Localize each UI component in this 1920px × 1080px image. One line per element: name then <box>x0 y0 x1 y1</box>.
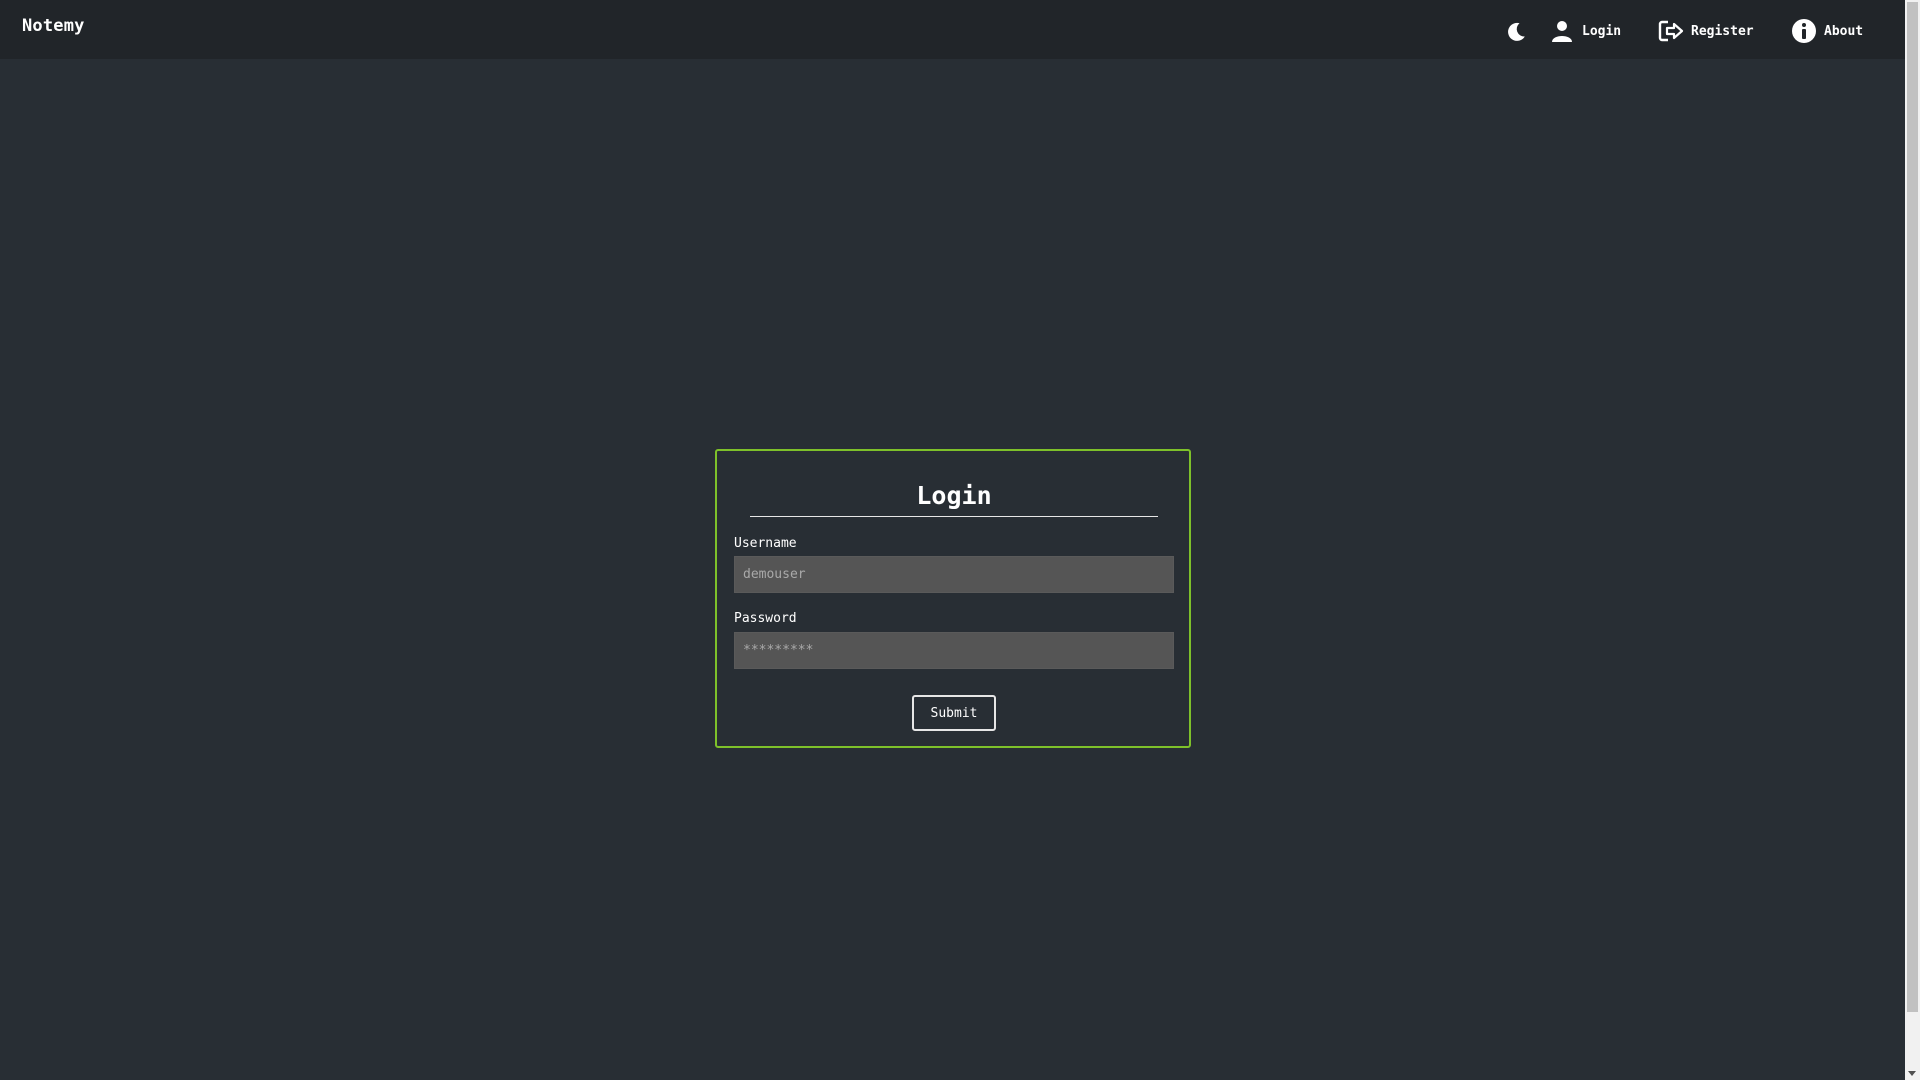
username-label: Username <box>734 536 797 551</box>
password-input[interactable] <box>734 632 1174 669</box>
nav-register-label: Register <box>1691 23 1754 39</box>
nav-register-link[interactable]: Register <box>1658 17 1754 45</box>
nav-login-link[interactable]: Login <box>1549 17 1621 45</box>
navbar: Notemy Login Register About <box>0 0 1905 59</box>
nav-about-link[interactable]: About <box>1791 17 1863 45</box>
username-input[interactable] <box>734 556 1174 593</box>
login-card: Login Username Password Submit <box>715 449 1191 748</box>
brand-logo[interactable]: Notemy <box>22 16 85 36</box>
nav-about-label: About <box>1824 23 1864 39</box>
nav-login-label: Login <box>1582 23 1622 39</box>
sign-in-icon <box>1658 18 1684 44</box>
vertical-scrollbar[interactable] <box>1905 0 1920 1080</box>
page: Notemy Login Register About Login Userna… <box>0 0 1905 1080</box>
scroll-down-arrow-icon[interactable] <box>1908 1071 1916 1076</box>
submit-button[interactable]: Submit <box>912 695 996 731</box>
password-label: Password <box>734 611 797 626</box>
user-icon <box>1549 18 1575 44</box>
scrollbar-thumb[interactable] <box>1907 2 1918 1012</box>
moon-icon[interactable] <box>1504 20 1528 44</box>
login-title: Login <box>750 481 1158 517</box>
info-icon <box>1791 18 1817 44</box>
